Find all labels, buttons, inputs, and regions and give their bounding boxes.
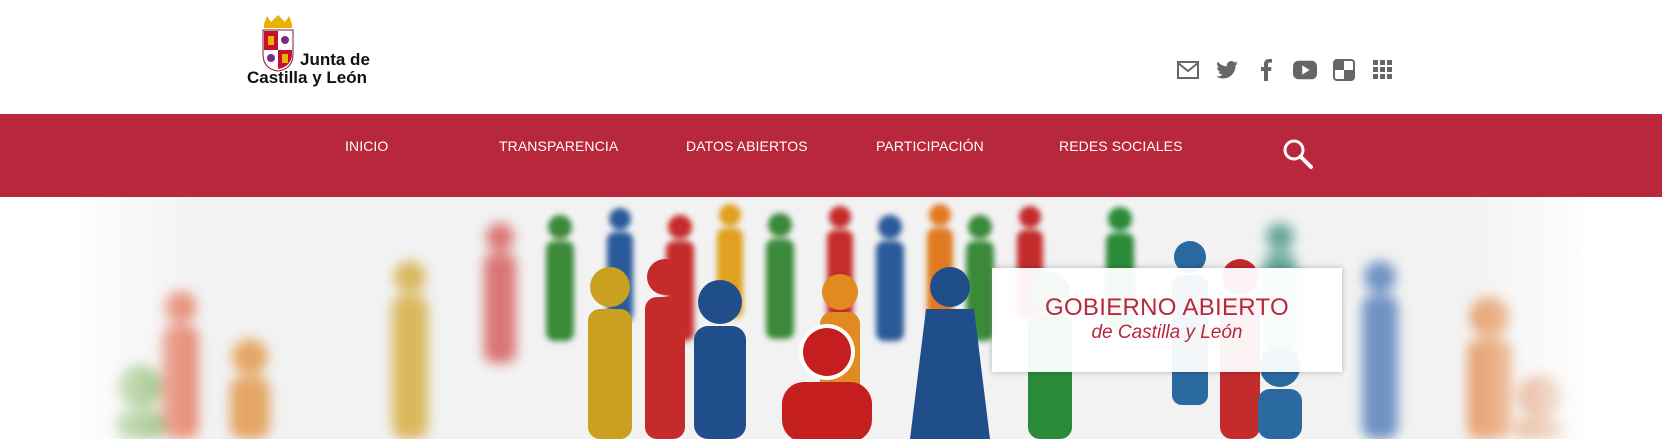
coat-of-arms-icon [262, 15, 294, 72]
facebook-icon[interactable] [1254, 58, 1278, 82]
twitter-icon[interactable] [1215, 58, 1239, 82]
main-nav: INICIO TRANSPARENCIA DATOS ABIERTOS PART… [0, 114, 1662, 197]
hero-title: GOBIERNO ABIERTO [1045, 294, 1289, 321]
nav-item-transparencia[interactable]: TRANSPARENCIA [499, 138, 618, 154]
search-icon[interactable] [1282, 138, 1314, 170]
crowd-illustration [80, 197, 1582, 439]
social-links [1176, 58, 1395, 82]
logo-line-1: Junta de [300, 50, 370, 69]
mail-icon[interactable] [1176, 58, 1200, 82]
youtube-icon[interactable] [1293, 58, 1317, 82]
hero-fade-left [80, 197, 200, 439]
blog-icon[interactable] [1332, 58, 1356, 82]
hero-banner [80, 197, 1582, 439]
junta-logo[interactable]: Junta de Castilla y León [247, 14, 387, 94]
site-header: Junta de Castilla y León [0, 0, 1662, 114]
nav-item-participacion[interactable]: PARTICIPACIÓN [876, 138, 984, 154]
apps-grid-icon[interactable] [1371, 58, 1395, 82]
nav-item-redes-sociales[interactable]: REDES SOCIALES [1059, 138, 1183, 154]
nav-item-inicio[interactable]: INICIO [345, 138, 388, 154]
hero-fade-right [1462, 197, 1582, 439]
nav-item-datos-abiertos[interactable]: DATOS ABIERTOS [686, 138, 808, 154]
hero-subtitle: de Castilla y León [1091, 322, 1243, 343]
logo-line-2: Castilla y León [247, 68, 367, 87]
hero-callout: GOBIERNO ABIERTO de Castilla y León [992, 268, 1342, 372]
